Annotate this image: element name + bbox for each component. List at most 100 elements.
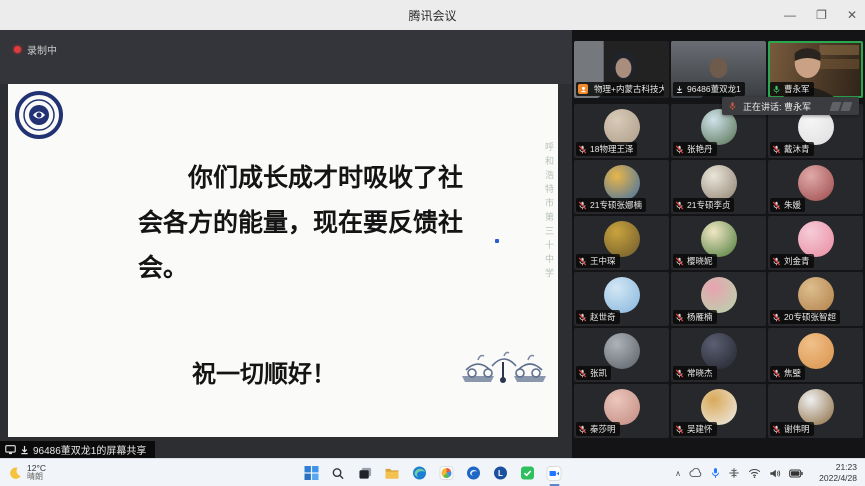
taskbar-weather-widget[interactable]: 12°C 晴朗 xyxy=(8,459,46,486)
participant-name: 谢伟明 xyxy=(784,423,810,435)
share-banner-label: 96486董双龙1的屏幕共享 xyxy=(33,442,146,457)
green-app-icon[interactable] xyxy=(518,464,536,482)
wifi-icon[interactable] xyxy=(748,468,761,478)
slide-paragraph: 你们成长成才时吸收了社 会各方的能量，现在要反馈社 会。 xyxy=(138,156,506,291)
recording-indicator: 录制中 xyxy=(14,42,57,57)
cloud-icon[interactable] xyxy=(689,468,703,478)
speaker-icon[interactable] xyxy=(769,468,781,479)
video-tile-host[interactable]: 物理+内蒙古科技大... xyxy=(574,41,669,98)
participant-tile[interactable]: 张凯 xyxy=(574,328,669,382)
meeting-watermark-icon xyxy=(831,102,851,111)
participant-tile[interactable]: 王中琛 xyxy=(574,216,669,270)
participant-tile[interactable]: 杨雁楠 xyxy=(671,272,766,326)
screen-share-banner: 96486董双龙1的屏幕共享 xyxy=(0,441,155,458)
participant-name: 张凯 xyxy=(590,367,607,379)
mic-muted-icon xyxy=(578,201,587,210)
participant-name: 赵世奇 xyxy=(590,311,616,323)
avatar xyxy=(701,389,737,425)
mic-muted-icon xyxy=(578,257,587,266)
video-tile-speaker[interactable]: 曹永军 xyxy=(768,41,863,98)
battery-icon[interactable] xyxy=(789,469,803,478)
participant-tile[interactable]: 刘金青 xyxy=(768,216,863,270)
avatar xyxy=(604,333,640,369)
minimize-button[interactable]: — xyxy=(784,9,796,21)
start-button[interactable] xyxy=(302,464,320,482)
participant-tile[interactable]: 朱媛 xyxy=(768,160,863,214)
video-row: 物理+内蒙古科技大... 96486董双龙1 xyxy=(574,41,863,98)
mic-muted-icon xyxy=(675,201,684,210)
mic-muted-icon xyxy=(675,257,684,266)
lenovo-app-icon[interactable]: L xyxy=(491,464,509,482)
tray-expand-chevron[interactable]: ∧ xyxy=(675,469,681,478)
participant-grid: 18物理王泽 张艳丹 xyxy=(574,104,863,438)
app-window: 腾讯会议 — ❐ ✕ 录制中 你们成长成才 xyxy=(0,0,865,486)
participants-sidebar: 物理+内蒙古科技大... 96486董双龙1 xyxy=(572,30,865,458)
speaking-mic-icon xyxy=(728,101,737,111)
mic-muted-icon xyxy=(578,313,587,322)
participant-tile[interactable]: 焦璧 xyxy=(768,328,863,382)
taskbar-system-tray: ∧ xyxy=(675,459,803,486)
avatar xyxy=(798,165,834,201)
recording-dot-icon xyxy=(14,46,21,53)
avatar xyxy=(604,109,640,145)
task-view-icon[interactable] xyxy=(356,464,374,482)
avatar xyxy=(604,221,640,257)
mic-muted-icon xyxy=(772,425,781,434)
search-icon[interactable] xyxy=(329,464,347,482)
participant-name: 21专硕李贞 xyxy=(687,199,730,211)
edge-browser-icon[interactable] xyxy=(410,464,428,482)
host-badge-icon xyxy=(578,84,588,94)
mic-muted-icon xyxy=(578,369,587,378)
participant-name: 刘金青 xyxy=(784,255,810,267)
participant-name: 秦莎明 xyxy=(590,423,616,435)
participant-name: 焦璧 xyxy=(784,367,801,379)
mic-muted-icon xyxy=(675,369,684,378)
avatar xyxy=(604,389,640,425)
file-explorer-icon[interactable] xyxy=(383,464,401,482)
avatar xyxy=(798,333,834,369)
pointer-dot xyxy=(495,239,499,243)
microphone-tray-icon[interactable] xyxy=(711,467,720,479)
maximize-button[interactable]: ❐ xyxy=(816,9,827,21)
participant-name: 曹永军 xyxy=(784,83,810,95)
avatar xyxy=(604,277,640,313)
slide-line-1: 你们成长成才时吸收了社 xyxy=(138,156,506,201)
taskbar: 12°C 晴朗 xyxy=(0,458,865,486)
participant-name: 96486董双龙1 xyxy=(687,83,741,95)
close-button[interactable]: ✕ xyxy=(847,9,857,21)
meeting-content: 录制中 你们成长成才时吸收了社 会各方的能量，现在要反馈社 会。 祝一切顺好！ xyxy=(0,30,865,458)
participant-name: 20专硕张智超 xyxy=(784,311,836,323)
mic-muted-icon xyxy=(772,145,781,154)
video-tile-sharer[interactable]: 96486董双龙1 xyxy=(671,41,766,98)
avatar xyxy=(701,221,737,257)
mic-muted-icon xyxy=(772,369,781,378)
participant-tile[interactable]: 常晓杰 xyxy=(671,328,766,382)
mic-muted-icon xyxy=(578,425,587,434)
participant-name: 18物理王泽 xyxy=(590,143,633,155)
avatar xyxy=(798,389,834,425)
taskbar-center-icons: L xyxy=(302,459,563,486)
participant-tile[interactable]: 20专硕张智超 xyxy=(768,272,863,326)
participant-tile[interactable]: 21专硕张娜楠 xyxy=(574,160,669,214)
mic-muted-icon xyxy=(675,425,684,434)
participant-tile[interactable]: 樱晓妮 xyxy=(671,216,766,270)
avatar xyxy=(798,277,834,313)
tencent-meeting-app-icon[interactable] xyxy=(545,464,563,482)
mic-muted-icon xyxy=(675,145,684,154)
photos-app-icon[interactable] xyxy=(437,464,455,482)
ime-icon[interactable] xyxy=(728,467,740,479)
participant-tile[interactable]: 21专硕李贞 xyxy=(671,160,766,214)
participant-name: 王中琛 xyxy=(590,255,616,267)
participant-tile[interactable]: 吴建怀 xyxy=(671,384,766,438)
taskbar-clock[interactable]: 21:23 2022/4/28 xyxy=(819,459,857,486)
avatar xyxy=(701,165,737,201)
speaking-toast: 正在讲话: 曹永军 xyxy=(722,97,859,115)
participant-tile[interactable]: 18物理王泽 xyxy=(574,104,669,158)
participant-tile[interactable]: 赵世奇 xyxy=(574,272,669,326)
participant-tile[interactable]: 秦莎明 xyxy=(574,384,669,438)
clock-date: 2022/4/28 xyxy=(819,473,857,484)
recording-label: 录制中 xyxy=(27,42,57,57)
edge-blue-app-icon[interactable] xyxy=(464,464,482,482)
title-bar: 腾讯会议 — ❐ ✕ xyxy=(0,0,865,30)
participant-tile[interactable]: 谢伟明 xyxy=(768,384,863,438)
